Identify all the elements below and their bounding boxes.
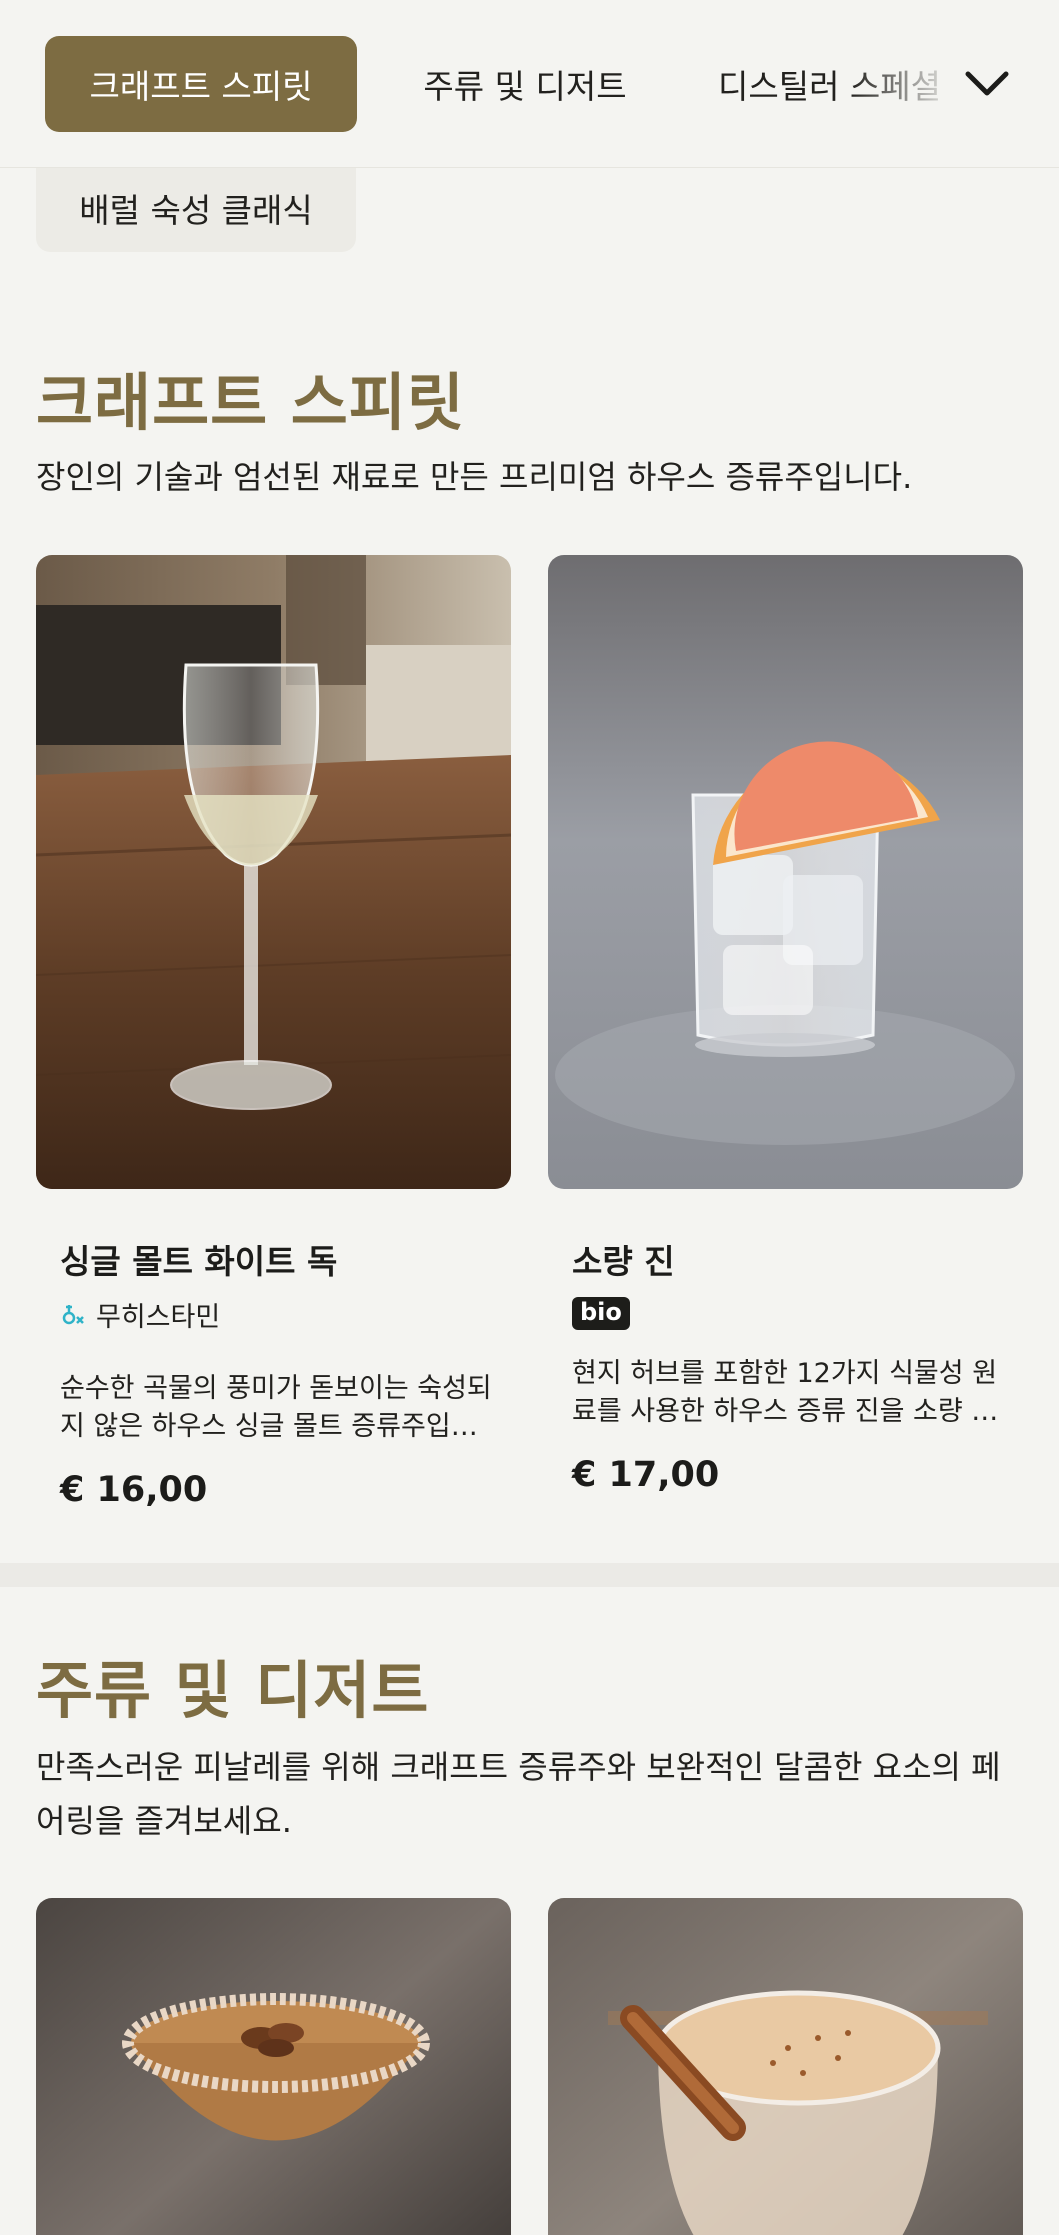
product-name: 싱글 몰트 화이트 독 xyxy=(60,1242,338,1281)
product-card[interactable]: 소량 진 bio 현지 허브를 포함한 12가지 식물성 원료를 사용한 하우스… xyxy=(548,555,1023,1535)
product-image xyxy=(36,1898,511,2235)
expand-categories-button[interactable] xyxy=(955,52,1019,116)
product-card[interactable] xyxy=(36,1898,511,2235)
product-card[interactable] xyxy=(548,1898,1023,2235)
product-description: 순수한 곡물의 풍미가 돋보이는 숙성되지 않은 하우스 싱글 몰트 증류주입니… xyxy=(60,1373,492,1442)
product-name: 소량 진 xyxy=(572,1242,675,1281)
section-description: 만족스러운 피날레를 위해 크래프트 증류주와 보완적인 달콤한 요소의 페어링… xyxy=(36,1748,1001,1840)
product-price: € 17,00 xyxy=(572,1455,720,1495)
product-tag: bio xyxy=(572,1297,630,1330)
product-card[interactable]: 싱글 몰트 화이트 독 무히스타민 순수한 곡물의 풍미가 돋보이는 숙성되지 … xyxy=(36,555,511,1535)
chevron-down-icon xyxy=(965,71,1009,96)
product-price: € 16,00 xyxy=(60,1470,208,1510)
tab-distiller-special[interactable]: 디스틸러 스페셜 xyxy=(718,36,958,132)
histamine-free-icon xyxy=(62,1304,84,1324)
product-image xyxy=(36,555,511,1189)
section-title: 크래프트 스피릿 xyxy=(36,366,465,439)
section-title: 주류 및 디저트 xyxy=(36,1654,430,1727)
section-description: 장인의 기술과 엄선된 재료로 만든 프리미엄 하우스 증류주입니다. xyxy=(36,458,913,496)
tag-label: 무히스타민 xyxy=(96,1302,221,1333)
tab-liquor-and-dessert[interactable]: 주류 및 디저트 xyxy=(400,36,650,132)
product-image xyxy=(548,555,1023,1189)
section-divider xyxy=(0,1563,1059,1587)
product-description: 현지 허브를 포함한 12가지 식물성 원료를 사용한 하우스 증류 진을 소량… xyxy=(572,1358,998,1427)
product-image xyxy=(548,1898,1023,2235)
bio-badge: bio xyxy=(572,1297,630,1330)
product-tag: 무히스타민 xyxy=(60,1295,220,1334)
category-nav: 크래프트 스피릿 주류 및 디저트 디스틸러 스페셜 xyxy=(0,0,1059,168)
menu-page: 크래프트 스피릿 주류 및 디저트 디스틸러 스페셜 배럴 숙성 클래식 크래프… xyxy=(0,0,1059,2235)
tab-craft-spirits[interactable]: 크래프트 스피릿 xyxy=(45,36,357,132)
